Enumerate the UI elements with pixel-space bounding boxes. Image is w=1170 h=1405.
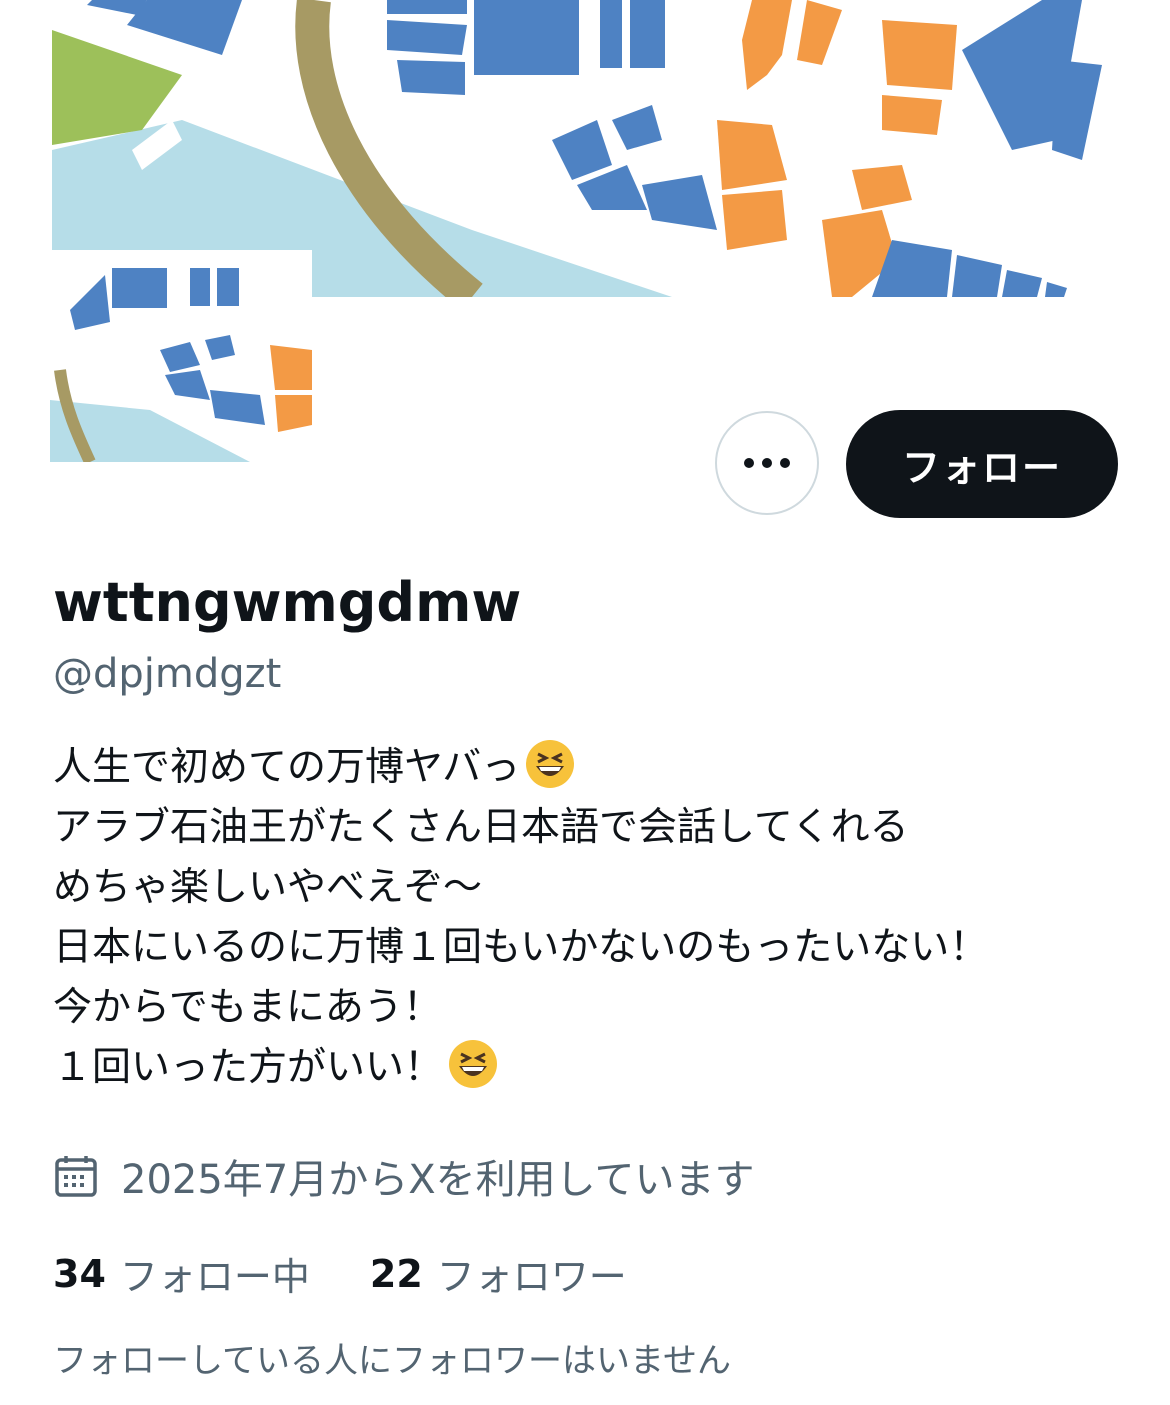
followers-link[interactable]: 22 フォロワー	[370, 1246, 627, 1301]
bio-line: 日本にいるのに万博１回もいかないのもったいない！	[53, 925, 989, 970]
join-date: 2025年7月からXを利用しています	[53, 1148, 754, 1204]
profile-bio: 人生で初めての万博ヤバっ アラブ石油王がたくさん日本語で会話してくれる めちゃ楽…	[53, 738, 1113, 1098]
bio-line: １回いった方がいい！	[53, 1038, 1113, 1098]
following-link[interactable]: 34 フォロー中	[53, 1246, 310, 1301]
display-name: wttngwmgdmw	[53, 571, 522, 634]
bio-line: アラブ石油王がたくさん日本語で会話してくれる	[53, 805, 909, 850]
bio-line: めちゃ楽しいやべえぞ〜	[53, 865, 483, 910]
join-date-text: 2025年7月からXを利用しています	[121, 1157, 755, 1203]
followers-you-know-note: フォローしている人にフォロワーはいません	[53, 1341, 731, 1381]
followers-label: フォロワー	[436, 1255, 627, 1299]
bio-line: 今からでもまにあう！	[53, 985, 442, 1030]
bio-line: 人生で初めての万博ヤバっ	[53, 738, 1113, 798]
follow-stats: 34 フォロー中 22 フォロワー	[53, 1246, 687, 1301]
grinning-squinting-face-icon	[449, 1040, 498, 1088]
grinning-squinting-face-icon	[526, 740, 575, 788]
calendar-icon	[55, 1156, 97, 1197]
following-count: 34	[53, 1251, 106, 1296]
follow-button[interactable]: フォロー	[846, 410, 1118, 518]
profile-avatar[interactable]	[50, 250, 312, 462]
following-label: フォロー中	[119, 1255, 310, 1299]
more-horizontal-icon	[744, 458, 790, 468]
user-handle: @dpjmdgzt	[53, 651, 282, 697]
followers-count: 22	[369, 1251, 423, 1296]
more-options-button[interactable]	[715, 411, 819, 515]
